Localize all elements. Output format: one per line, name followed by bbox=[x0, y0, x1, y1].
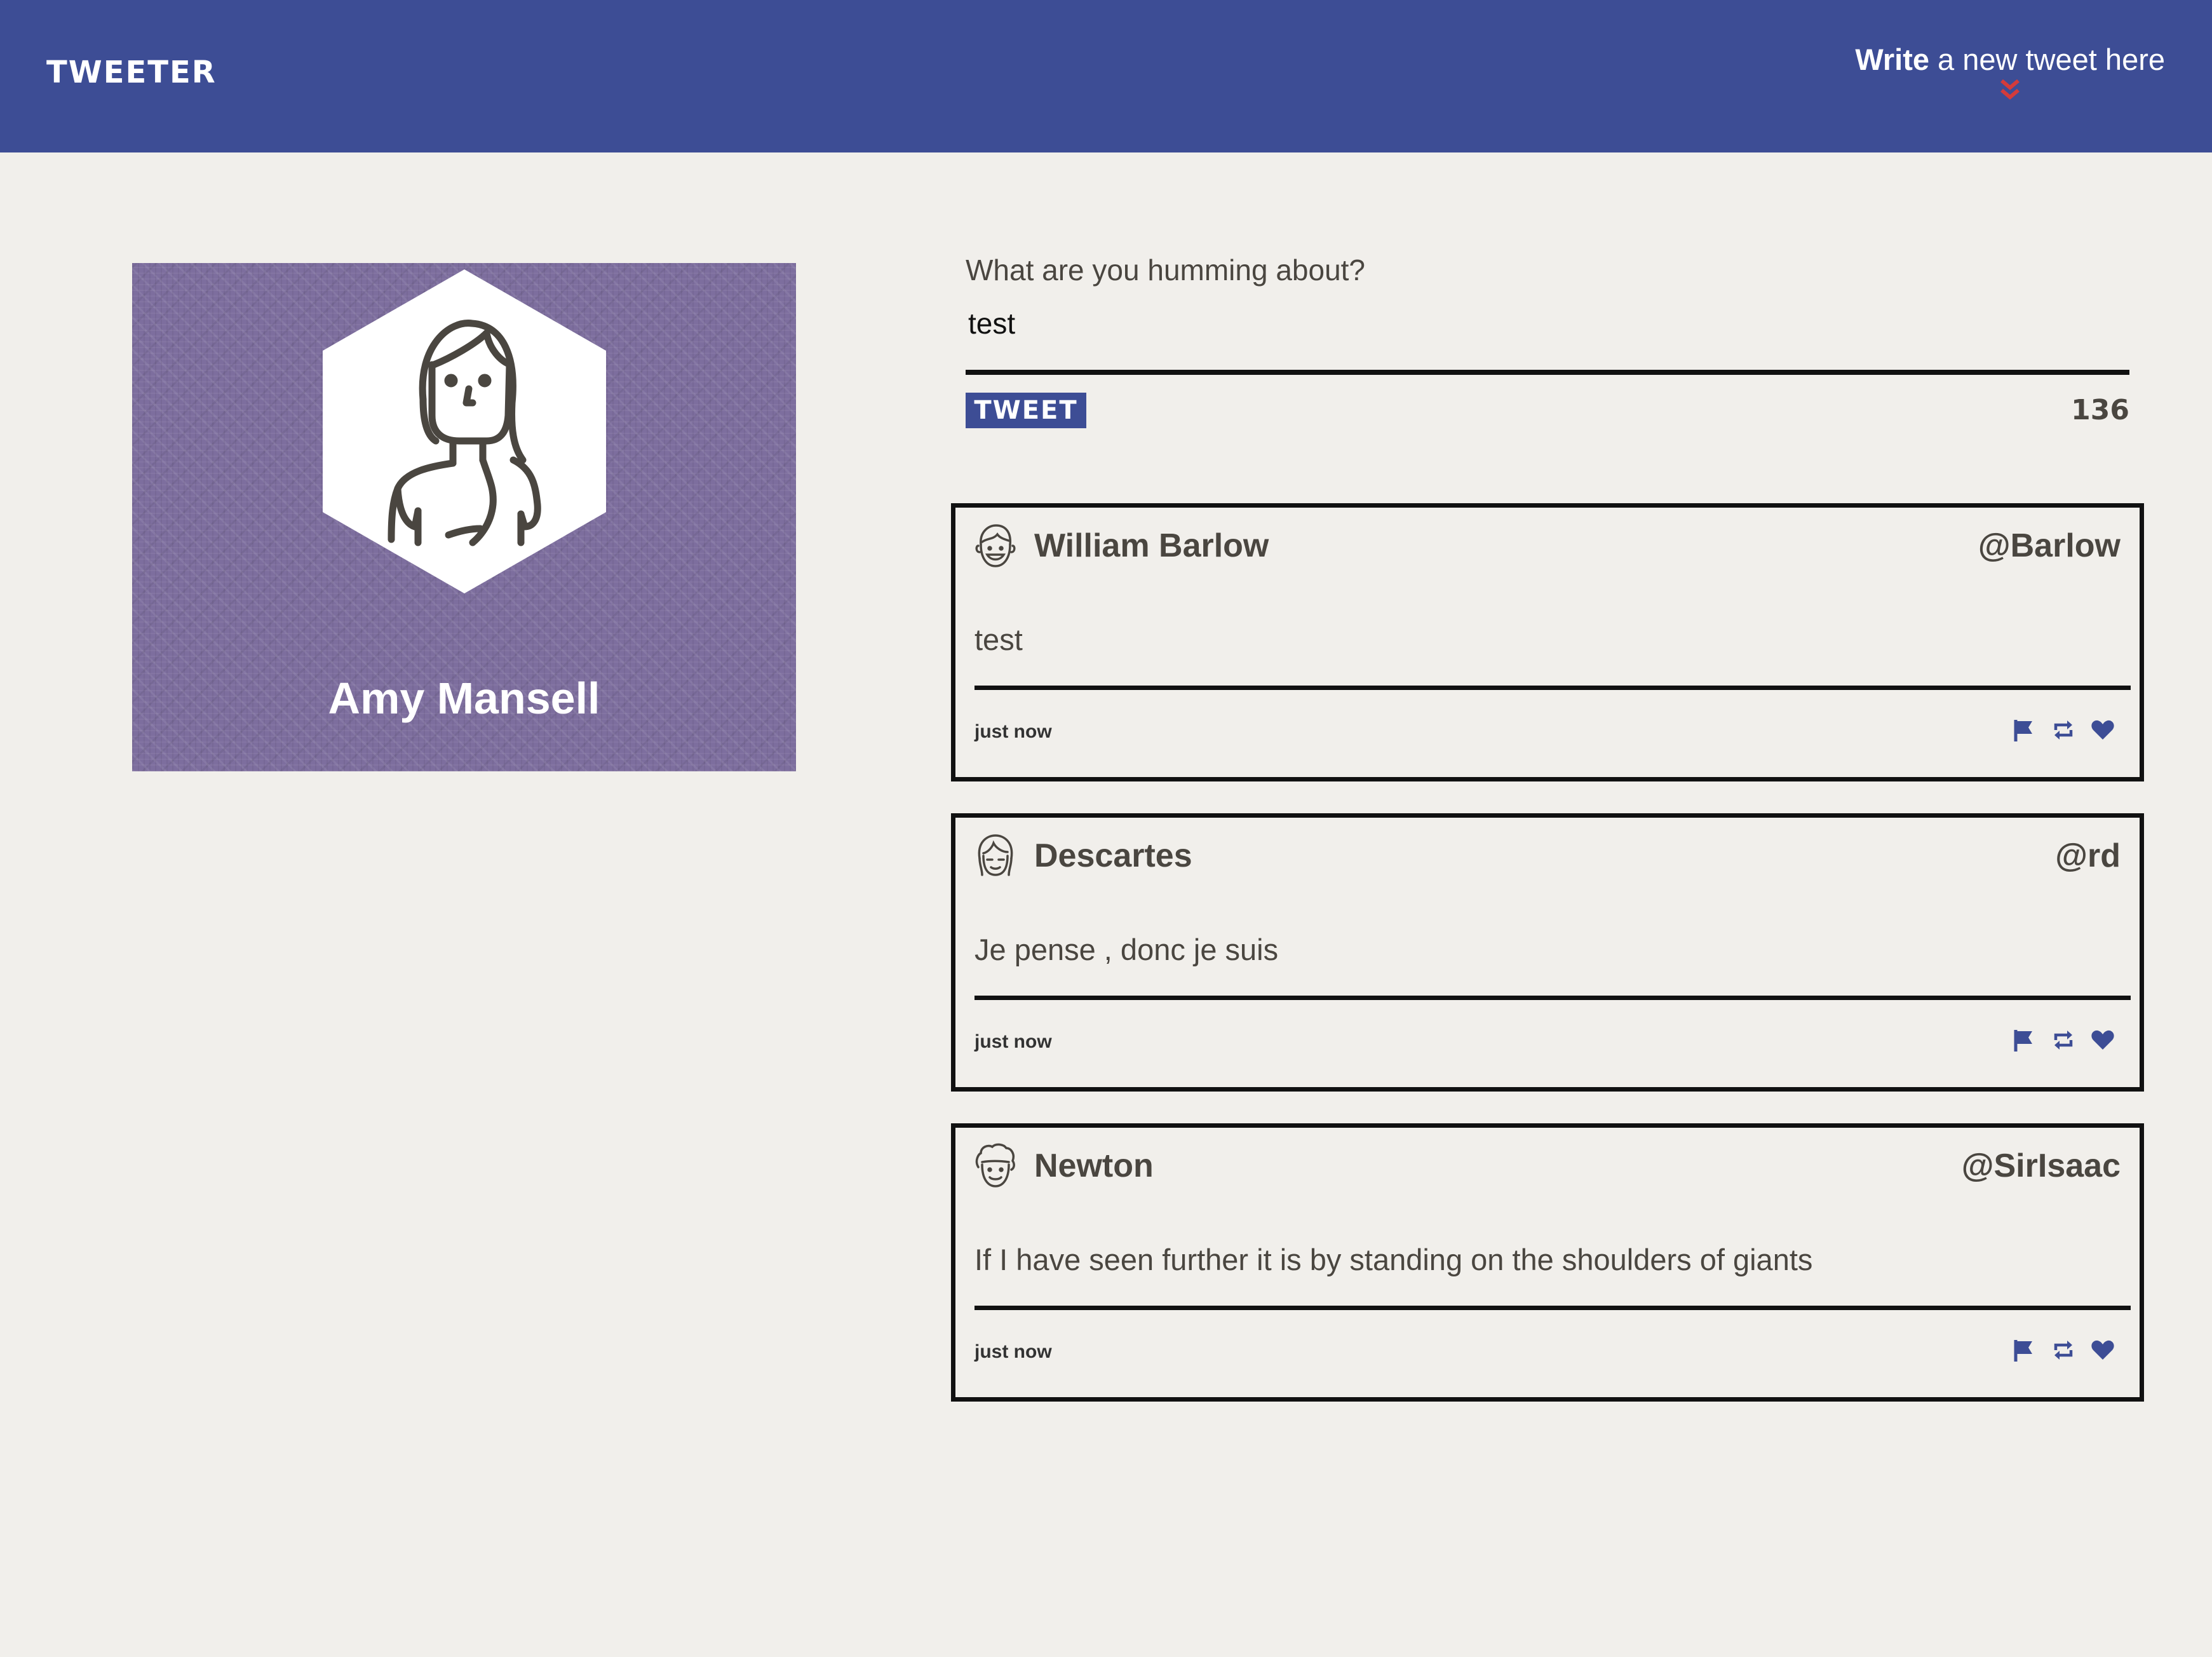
avatar-icon bbox=[978, 834, 1013, 876]
tweet-actions bbox=[1999, 1027, 2115, 1053]
tweet-card: Newton @SirIsaac If I have seen further … bbox=[951, 1123, 2144, 1402]
tweet-text: If I have seen further it is by standing… bbox=[974, 1243, 1813, 1276]
retweet-icon[interactable] bbox=[2051, 1027, 2076, 1053]
compose-label: What are you humming about? bbox=[966, 254, 1366, 287]
tweet-button[interactable]: TWEET bbox=[966, 393, 1086, 428]
tweet-author-handle[interactable]: @rd bbox=[2055, 837, 2121, 875]
compose-form: What are you humming about? TWEET 136 bbox=[966, 253, 2129, 440]
compose-toggle[interactable]: Write a new tweet here bbox=[1855, 42, 2165, 101]
tweet-timestamp: just now bbox=[974, 721, 1052, 742]
tweet-actions bbox=[1999, 717, 2115, 743]
flag-icon[interactable] bbox=[2011, 717, 2036, 743]
tweet-actions bbox=[1999, 1337, 2115, 1363]
tweet-header: Descartes @rd bbox=[974, 830, 2121, 881]
top-nav: TWEETER Write a new tweet here bbox=[0, 0, 2212, 152]
compose-actions: TWEET 136 bbox=[966, 389, 2129, 440]
tweet-author-handle[interactable]: @SirIsaac bbox=[1962, 1147, 2121, 1185]
app-logo[interactable]: TWEETER bbox=[46, 55, 217, 90]
tweet-author-name: Newton bbox=[1034, 1147, 1154, 1184]
profile-name: Amy Mansell bbox=[328, 673, 600, 723]
tweet-text: Je pense , donc je suis bbox=[974, 933, 1279, 966]
retweet-icon[interactable] bbox=[2051, 717, 2076, 743]
tweet-divider bbox=[974, 1306, 2131, 1310]
char-counter: 136 bbox=[2071, 394, 2129, 426]
tweet-author-handle[interactable]: @Barlow bbox=[1978, 527, 2121, 565]
tweet-author-name: William Barlow bbox=[1034, 527, 1269, 564]
tweet-divider bbox=[974, 686, 2131, 690]
compose-toggle-bold: Write bbox=[1855, 43, 1929, 76]
tweet-text: test bbox=[974, 623, 1023, 656]
compose-toggle-label: a new tweet here bbox=[1929, 43, 2165, 76]
user-avatar-icon bbox=[323, 269, 606, 593]
profile-card: Amy Mansell bbox=[132, 263, 796, 771]
tweet-timestamp: just now bbox=[974, 1031, 1052, 1052]
tweet-timestamp: just now bbox=[974, 1341, 1052, 1362]
tweet-divider bbox=[974, 996, 2131, 1000]
avatar-icon bbox=[975, 1143, 1015, 1187]
tweet-card: William Barlow @Barlow test just now bbox=[951, 503, 2144, 781]
heart-icon[interactable] bbox=[2090, 717, 2115, 743]
flag-icon[interactable] bbox=[2011, 1337, 2036, 1363]
retweet-icon[interactable] bbox=[2051, 1337, 2076, 1363]
flag-icon[interactable] bbox=[2011, 1027, 2036, 1053]
tweet-header: Newton @SirIsaac bbox=[974, 1140, 2121, 1191]
double-chevron-down-icon bbox=[2000, 79, 2020, 100]
tweet-author-name: Descartes bbox=[1034, 837, 1192, 874]
heart-icon[interactable] bbox=[2090, 1337, 2115, 1363]
tweet-input[interactable] bbox=[966, 306, 2129, 375]
heart-icon[interactable] bbox=[2090, 1027, 2115, 1053]
tweet-header: William Barlow @Barlow bbox=[974, 520, 2121, 571]
avatar-icon bbox=[975, 524, 1016, 567]
tweet-card: Descartes @rd Je pense , donc je suis ju… bbox=[951, 813, 2144, 1092]
